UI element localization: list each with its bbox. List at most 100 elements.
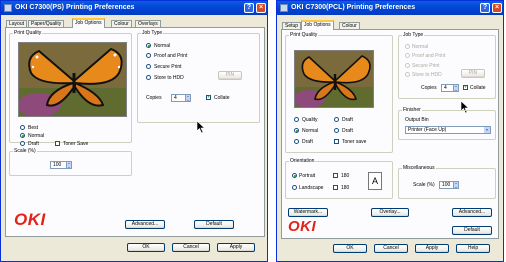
left-title-bar[interactable]: OKI C7300(PS) Printing Preferences ? ×: [1, 1, 267, 15]
advanced-button[interactable]: Advanced...: [125, 220, 165, 229]
apply-button[interactable]: Apply: [217, 243, 255, 252]
draft-radio-3[interactable]: [334, 128, 339, 133]
job-store-hdd-radio[interactable]: [146, 75, 151, 80]
quality-quality-radio[interactable]: [294, 117, 299, 122]
job-type-group: Job Type Normal Proof and Print Secure P…: [137, 30, 260, 123]
ok-button[interactable]: OK: [127, 243, 165, 252]
watermark-button[interactable]: Watermark...: [288, 208, 328, 217]
default-button[interactable]: Default: [452, 226, 492, 235]
help-title-button[interactable]: ?: [480, 3, 490, 13]
copies-label: Copies: [146, 95, 162, 101]
job-normal-radio[interactable]: [405, 44, 410, 49]
collate-checkbox[interactable]: ✓: [463, 85, 468, 90]
help-button[interactable]: Help: [456, 244, 490, 253]
orientation-landscape-label: Landscape: [299, 185, 324, 191]
page-preview-glyph: A: [371, 176, 378, 186]
cancel-button[interactable]: Cancel: [374, 244, 408, 253]
left-window-title: OKI C7300(PS) Printing Preferences: [15, 3, 135, 11]
misc-scale-value: 100: [442, 182, 451, 188]
chevron-down-icon[interactable]: [484, 127, 490, 133]
scale-label: Scale (%): [13, 148, 37, 154]
advanced-button[interactable]: Advanced...: [452, 208, 492, 217]
job-store-hdd-radio[interactable]: [405, 72, 410, 77]
rotate-180-checkbox-2[interactable]: [333, 185, 338, 190]
apply-button[interactable]: Apply: [415, 244, 449, 253]
tab-job-options[interactable]: Job Options: [72, 18, 105, 28]
orientation-group: Orientation Portrait Landscape 180 180 A: [285, 158, 393, 199]
close-title-button[interactable]: ×: [256, 3, 266, 13]
orientation-portrait-radio[interactable]: [292, 173, 297, 178]
print-quality-group: Print Quality Best Normal Draft Toner Sa…: [9, 30, 132, 147]
quality-best-radio[interactable]: [20, 125, 25, 130]
collate-checkbox[interactable]: ✓: [206, 95, 211, 100]
quality-normal-radio[interactable]: [294, 128, 299, 133]
default-button[interactable]: Default: [194, 220, 234, 229]
oki-logo: OKI: [14, 210, 46, 229]
job-secure-print-label: Secure Print: [412, 63, 440, 69]
right-title-bar[interactable]: OKI C7300(PCL) Printing Preferences ? ×: [277, 1, 503, 15]
job-normal-radio[interactable]: [146, 43, 151, 48]
scale-spinner[interactable]: 100: [50, 161, 72, 169]
quality-draft-radio[interactable]: [294, 139, 299, 144]
job-type-label: Job Type: [141, 30, 164, 36]
rotate-180-checkbox-1[interactable]: [333, 173, 338, 178]
toner-save-checkbox[interactable]: [55, 141, 60, 146]
print-quality-label: Print Quality: [13, 30, 43, 36]
job-proof-print-radio[interactable]: [405, 53, 410, 58]
quality-normal-label: Normal: [28, 133, 45, 139]
close-title-button[interactable]: ×: [492, 3, 502, 13]
quality-draft-label: Draft: [28, 141, 39, 147]
output-bin-dropdown[interactable]: Printer (Face Up): [405, 126, 491, 134]
spinner-arrows-icon[interactable]: [453, 85, 458, 91]
output-bin-label: Output Bin: [405, 117, 429, 123]
job-type-label: Job Type: [402, 32, 425, 38]
orientation-landscape-radio[interactable]: [292, 185, 297, 190]
output-bin-value: Printer (Face Up): [408, 127, 447, 133]
print-quality-group: Print Quality Quality Normal Draft Draft…: [285, 32, 393, 153]
misc-scale-spinner[interactable]: 100: [439, 181, 459, 189]
finisher-label: Finisher: [402, 107, 422, 113]
print-quality-label: Print Quality: [289, 32, 319, 38]
job-secure-print-radio[interactable]: [405, 63, 410, 68]
help-title-button[interactable]: ?: [244, 3, 254, 13]
job-secure-print-radio[interactable]: [146, 64, 151, 69]
copies-spinner[interactable]: 4: [441, 84, 459, 92]
quality-draft-radio[interactable]: [20, 141, 25, 146]
overlay-button[interactable]: Overlay...: [371, 208, 409, 217]
tab-job-options[interactable]: Job Options: [301, 20, 334, 30]
miscellaneous-label: Miscellaneous: [402, 165, 436, 171]
pin-button[interactable]: PIN: [461, 69, 485, 78]
right-window-title: OKI C7300(PCL) Printing Preferences: [291, 3, 416, 11]
mouse-pointer-icon: [196, 120, 206, 134]
job-type-group: Job Type Normal Proof and Print Secure P…: [398, 32, 496, 99]
draft-radio-2[interactable]: [334, 117, 339, 122]
spinner-arrows-icon[interactable]: [185, 95, 190, 101]
quality-quality-label: Quality: [302, 117, 318, 123]
butterfly-preview-image: [18, 42, 127, 117]
collate-label: Collate: [470, 85, 486, 91]
orientation-label: Orientation: [289, 158, 316, 164]
job-options-page: Print Quality Best Normal Draft Toner Sa…: [5, 27, 265, 237]
right-printing-preferences-window: OKI C7300(PCL) Printing Preferences ? × …: [276, 0, 504, 262]
scale-spinner-arrows-icon[interactable]: [66, 162, 71, 168]
pin-button[interactable]: PIN: [218, 71, 242, 80]
finisher-group: Finisher Output Bin Printer (Face Up): [398, 107, 496, 140]
rotate-180-label-1: 180: [341, 173, 350, 179]
job-normal-label: Normal: [412, 44, 429, 50]
toner-save-checkbox[interactable]: [334, 139, 339, 144]
scale-spinner-arrows-icon[interactable]: [453, 182, 458, 188]
quality-normal-label: Normal: [302, 128, 319, 134]
quality-normal-radio[interactable]: [20, 133, 25, 138]
job-proof-print-radio[interactable]: [146, 53, 151, 58]
copies-value: 4: [174, 95, 177, 101]
collate-label: Collate: [214, 95, 230, 101]
printer-icon: [280, 4, 288, 12]
copies-label: Copies: [421, 85, 437, 91]
job-proof-print-label: Proof and Print: [154, 53, 188, 59]
job-normal-label: Normal: [154, 43, 171, 49]
rotate-180-label-2: 180: [341, 185, 350, 191]
ok-button[interactable]: OK: [333, 244, 367, 253]
cancel-button[interactable]: Cancel: [172, 243, 210, 252]
copies-spinner[interactable]: 4: [171, 94, 191, 102]
oki-logo: OKI: [288, 218, 317, 235]
